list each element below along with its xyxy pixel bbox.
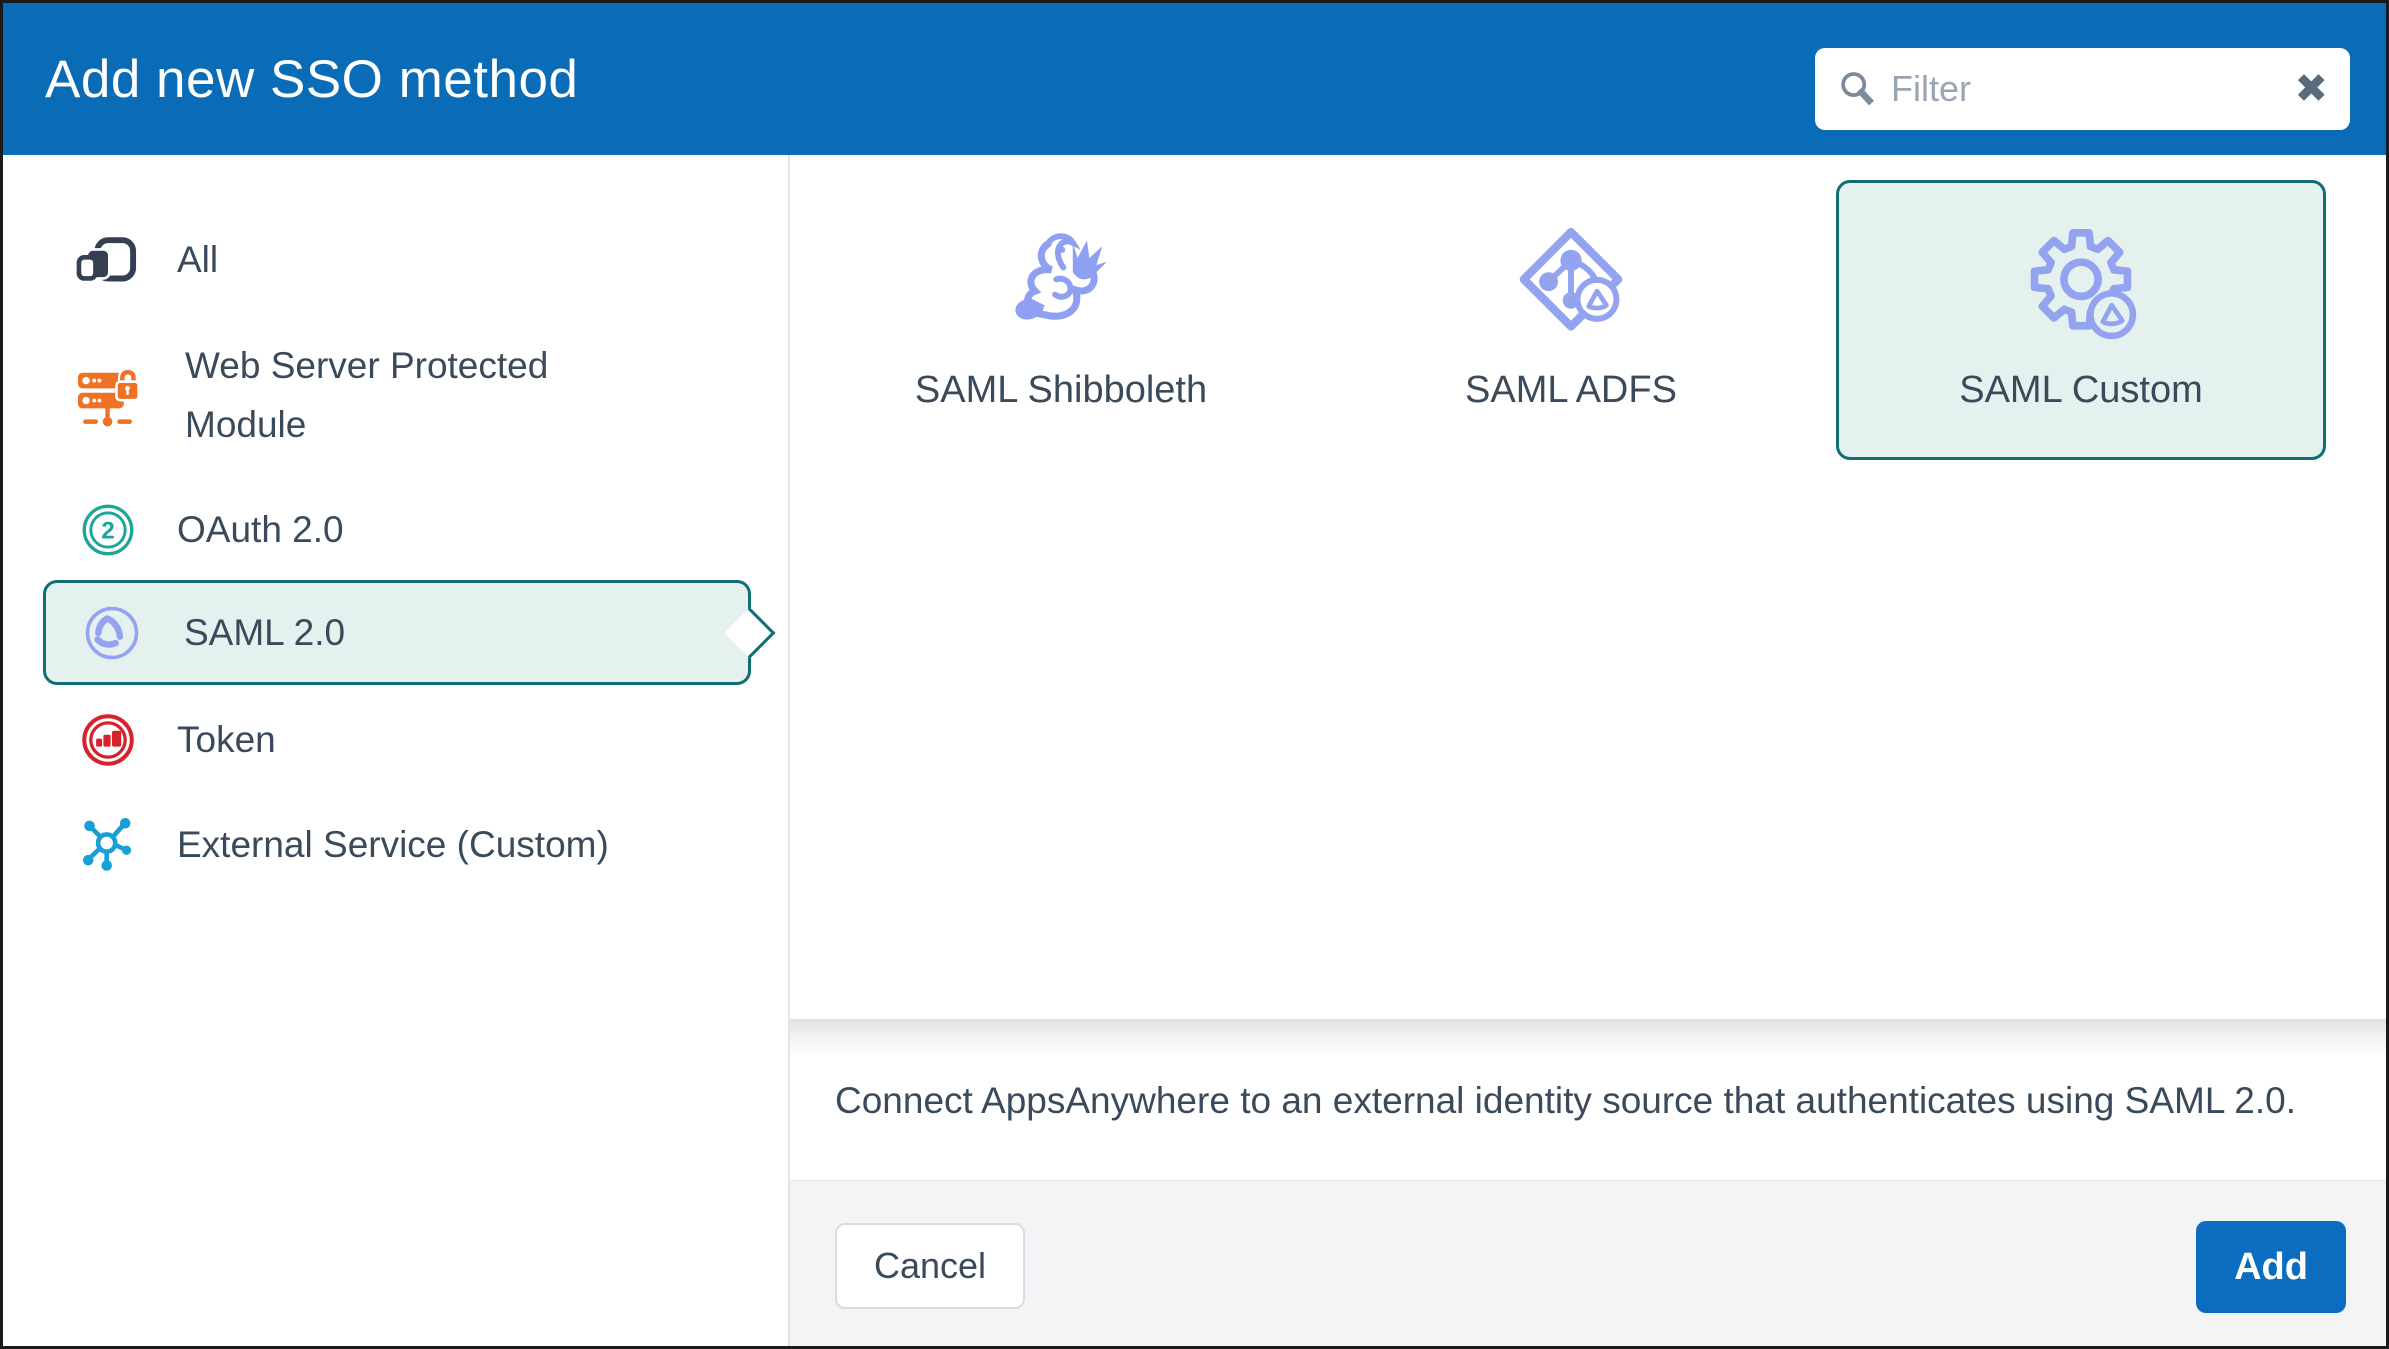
dialog-header: Add new SSO method ✖ <box>3 3 2386 155</box>
sidebar-item-label: All <box>177 230 218 289</box>
gear-icon <box>2022 225 2140 343</box>
sso-category-sidebar: All <box>3 155 790 1346</box>
method-card-saml-custom[interactable]: SAML Custom <box>1836 180 2326 460</box>
shibboleth-icon <box>1002 225 1120 343</box>
clear-filter-icon[interactable]: ✖ <box>2284 69 2328 109</box>
saml-icon <box>76 597 148 669</box>
sidebar-item-oauth[interactable]: 2 OAuth 2.0 <box>3 480 788 580</box>
add-button[interactable]: Add <box>2196 1221 2346 1313</box>
adfs-icon <box>1512 225 1630 343</box>
method-card-label: SAML Shibboleth <box>915 369 1207 412</box>
sidebar-item-label: Token <box>177 710 276 769</box>
filter-input[interactable] <box>1891 68 2284 110</box>
dialog-footer: Cancel Add <box>790 1180 2386 1346</box>
sidebar-item-web-server-protected-module[interactable]: Web Server Protected Module <box>3 335 788 455</box>
page-title: Add new SSO method <box>45 49 578 110</box>
sidebar-item-saml-selected[interactable]: SAML 2.0 <box>43 580 751 685</box>
all-icon <box>75 227 141 293</box>
sidebar-item-token[interactable]: Token <box>3 690 788 790</box>
sidebar-item-label: External Service (Custom) <box>177 815 609 874</box>
sidebar-item-all[interactable]: All <box>3 210 788 310</box>
cancel-button[interactable]: Cancel <box>835 1223 1025 1309</box>
method-card-saml-adfs[interactable]: SAML ADFS <box>1326 180 1816 460</box>
sidebar-item-label: SAML 2.0 <box>184 603 345 662</box>
method-description: Connect AppsAnywhere to an external iden… <box>835 1071 2326 1131</box>
external-service-icon <box>75 812 141 878</box>
method-card-label: SAML ADFS <box>1465 369 1677 412</box>
svg-text:2: 2 <box>101 518 115 545</box>
web-server-icon <box>75 358 149 432</box>
method-card-label: SAML Custom <box>1959 369 2203 412</box>
sidebar-item-label: OAuth 2.0 <box>177 500 344 559</box>
filter-box[interactable]: ✖ <box>1815 48 2350 130</box>
search-icon <box>1837 69 1877 109</box>
method-selection-panel: SAML Shibboleth SAML ADFS <box>790 155 2386 1346</box>
method-card-saml-shibboleth[interactable]: SAML Shibboleth <box>816 180 1306 460</box>
description-divider <box>790 1019 2386 1057</box>
oauth-icon: 2 <box>75 497 141 563</box>
selected-pointer-icon <box>725 607 776 658</box>
sidebar-item-external-service[interactable]: External Service (Custom) <box>3 795 788 895</box>
description-panel: Connect AppsAnywhere to an external iden… <box>790 1057 2386 1180</box>
sidebar-item-label: Web Server Protected Module <box>185 336 665 454</box>
method-cards-area: SAML Shibboleth SAML ADFS <box>790 155 2386 1019</box>
token-icon <box>75 707 141 773</box>
